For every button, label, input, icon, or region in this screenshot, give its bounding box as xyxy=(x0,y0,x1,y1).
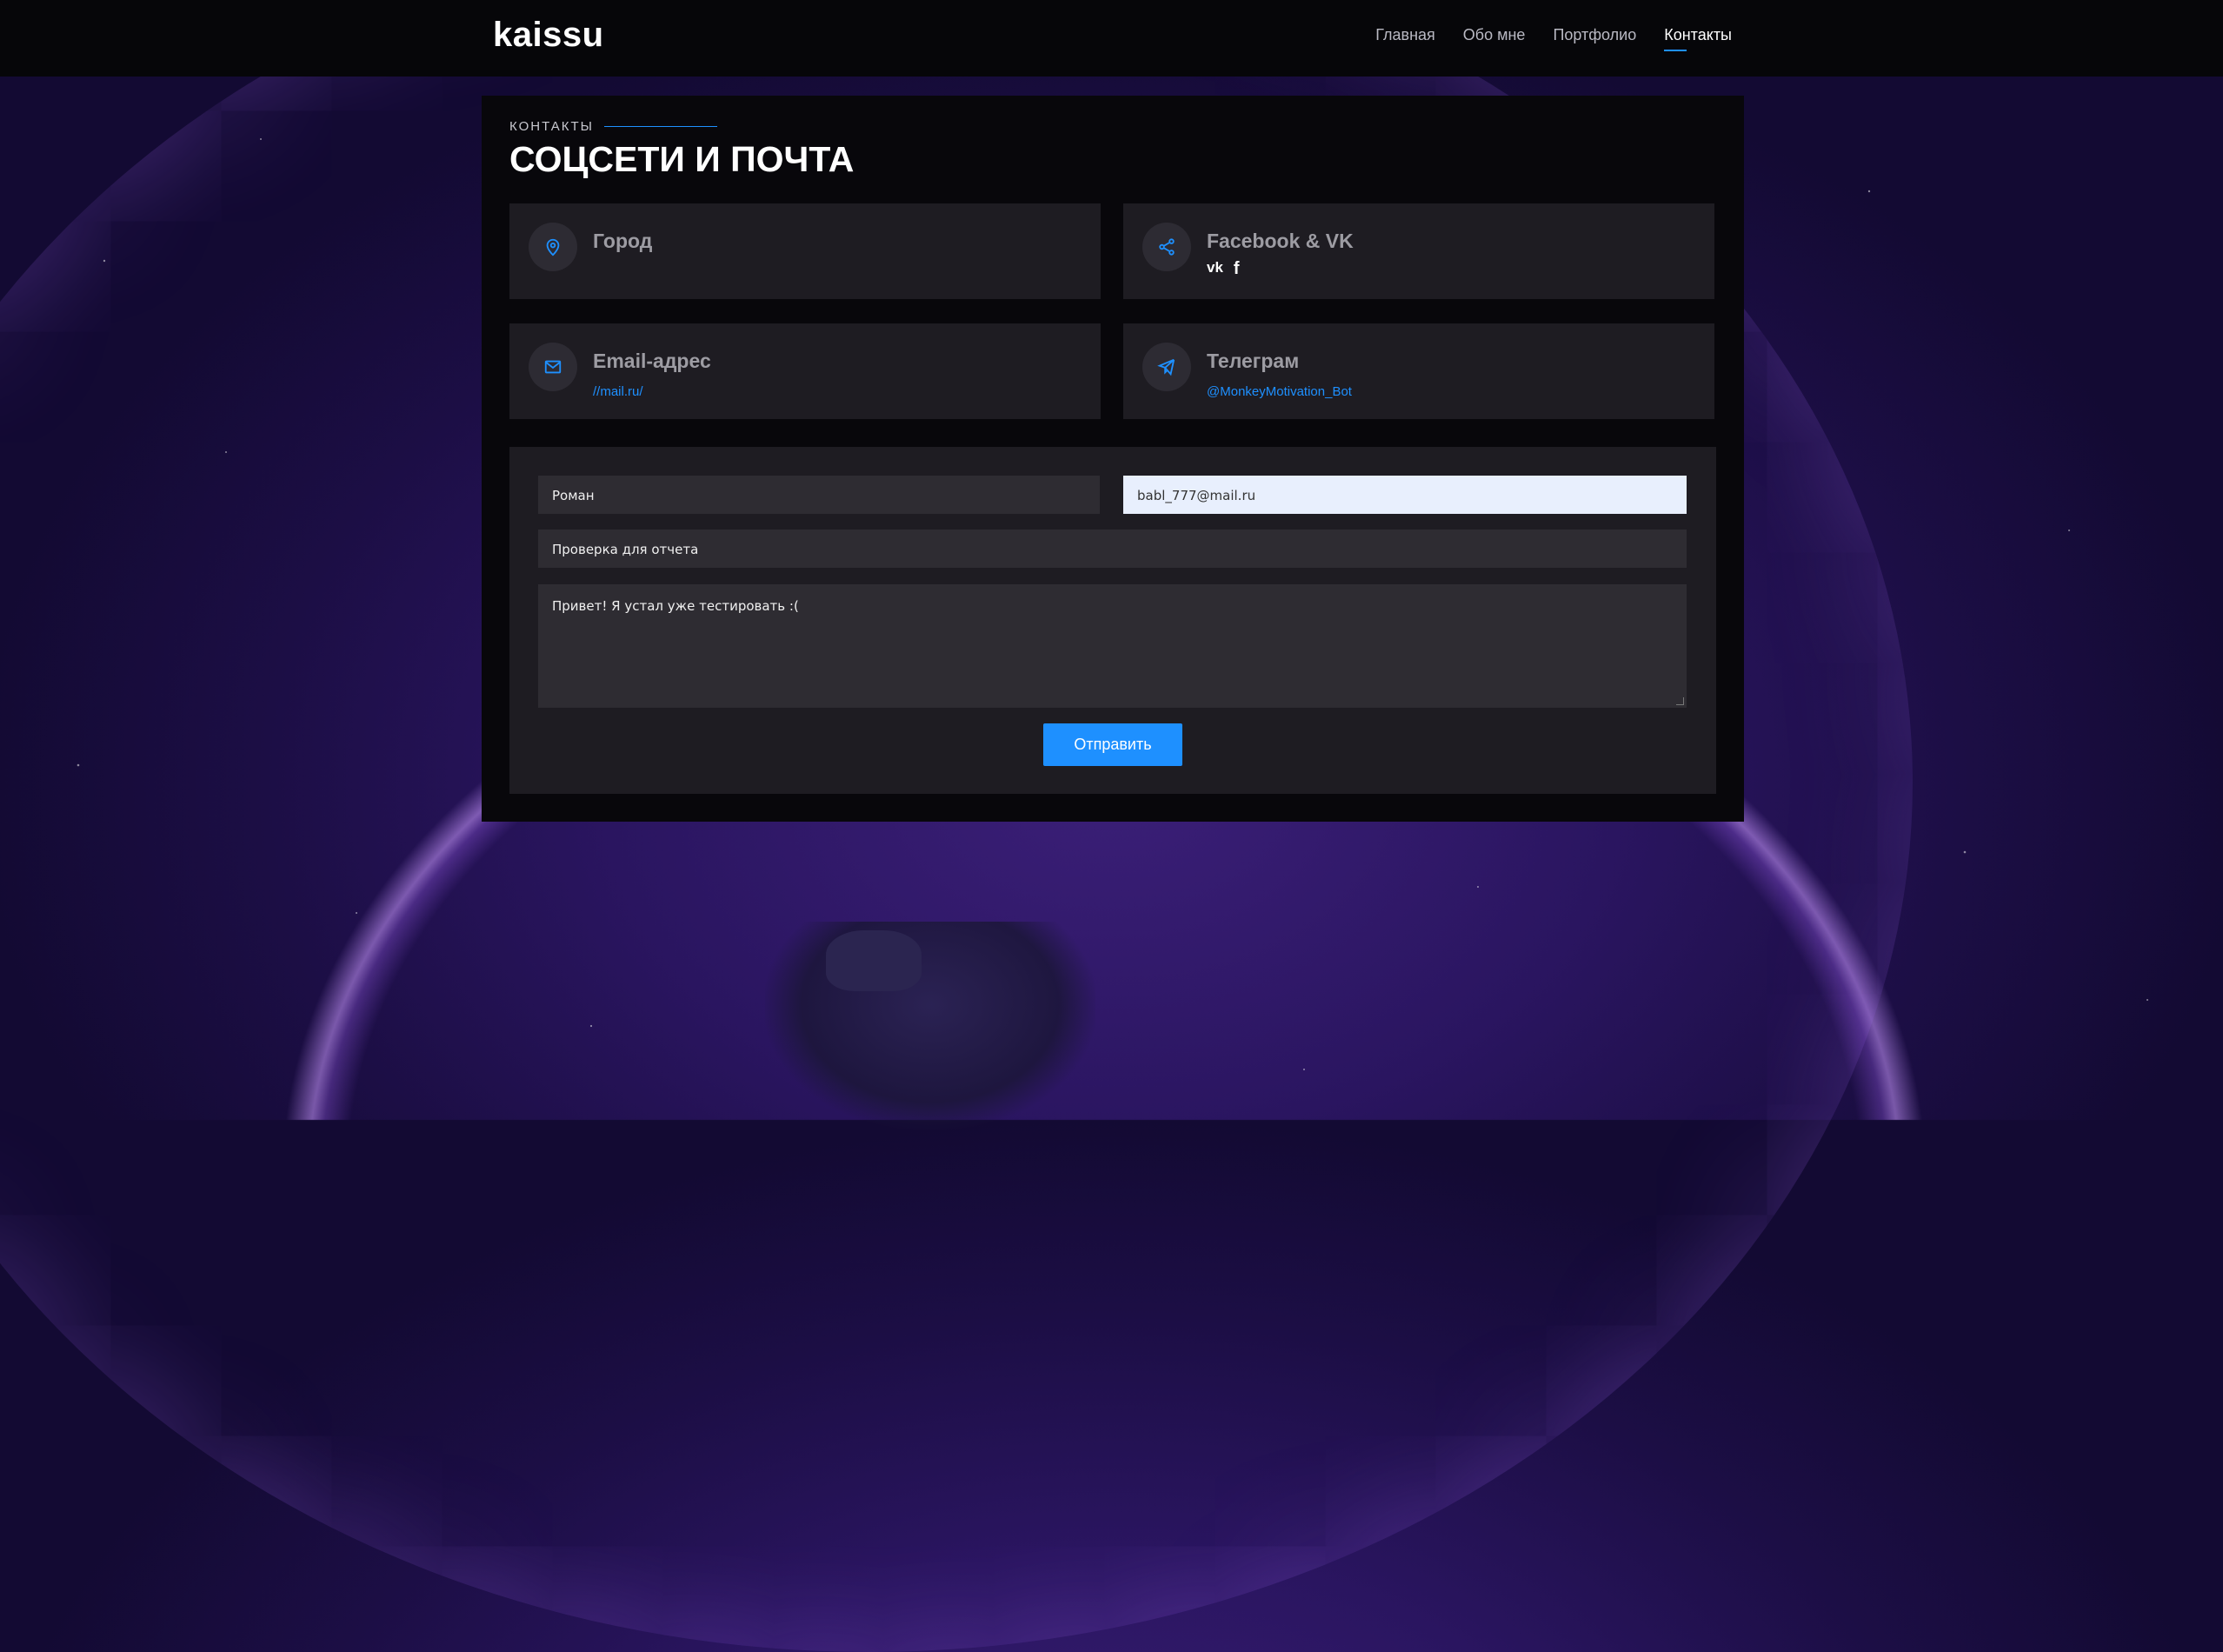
site-logo[interactable]: kaissu xyxy=(493,16,604,55)
section-label-text: КОНТАКТЫ xyxy=(509,119,594,134)
card-social-title: Facebook & VK xyxy=(1207,230,1354,252)
facebook-icon[interactable]: f xyxy=(1234,259,1240,279)
message-textarea[interactable]: Привет! Я устал уже тестировать :( xyxy=(538,584,1687,708)
card-city-title: Город xyxy=(593,230,653,252)
nav-home[interactable]: Главная xyxy=(1375,26,1435,51)
section-label-line xyxy=(603,126,717,127)
location-pin-icon xyxy=(529,223,577,271)
social-links: vk f xyxy=(1207,259,1240,279)
card-telegram: Телеграм @MonkeyMotivation_Bot xyxy=(1123,323,1714,419)
card-social: Facebook & VK vk f xyxy=(1123,203,1714,299)
top-header: kaissu Главная Обо мне Портфолио Контакт… xyxy=(0,0,2223,77)
resize-handle-icon[interactable] xyxy=(1676,697,1684,705)
section-label: КОНТАКТЫ xyxy=(509,119,717,134)
email-field[interactable]: babl_777@mail.ru xyxy=(1123,476,1687,514)
nav-about[interactable]: Обо мне xyxy=(1463,26,1526,51)
card-telegram-value[interactable]: @MonkeyMotivation_Bot xyxy=(1207,384,1352,399)
submit-button[interactable]: Отправить xyxy=(1043,723,1182,766)
subject-field[interactable]: Проверка для отчета xyxy=(538,530,1687,568)
nav-portfolio[interactable]: Портфолио xyxy=(1553,26,1636,51)
page-title: СОЦСЕТИ И ПОЧТА xyxy=(509,139,855,179)
message-text: Привет! Я устал уже тестировать :( xyxy=(552,598,799,614)
contact-form: Роман babl_777@mail.ru Проверка для отче… xyxy=(509,447,1716,794)
card-email-value[interactable]: //mail.ru/ xyxy=(593,384,643,399)
background-robot-head xyxy=(826,930,922,991)
card-email: Email-адрес //mail.ru/ xyxy=(509,323,1101,419)
card-telegram-title: Телеграм xyxy=(1207,350,1300,372)
mail-icon xyxy=(529,343,577,391)
vk-icon[interactable]: vk xyxy=(1207,259,1223,279)
share-icon xyxy=(1142,223,1191,271)
card-email-title: Email-адрес xyxy=(593,350,711,372)
main-nav: Главная Обо мне Портфолио Контакты xyxy=(1375,26,1732,51)
telegram-icon xyxy=(1142,343,1191,391)
name-field[interactable]: Роман xyxy=(538,476,1100,514)
card-city: Город xyxy=(509,203,1101,299)
contacts-container: КОНТАКТЫ СОЦСЕТИ И ПОЧТА Город Facebook … xyxy=(482,96,1744,822)
background-robot-figure xyxy=(765,922,1095,1130)
nav-contacts[interactable]: Контакты xyxy=(1664,26,1732,51)
